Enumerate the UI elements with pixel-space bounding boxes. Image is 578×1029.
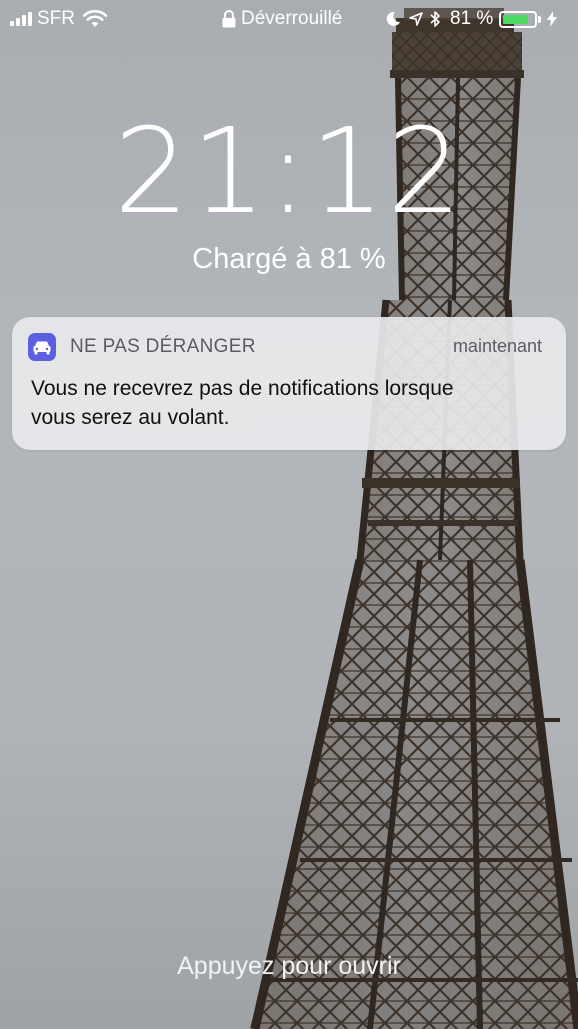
charge-status: Chargé à 81 % (192, 243, 386, 275)
lock-screen-clock: 21:12 (113, 102, 465, 240)
moon-icon (385, 11, 401, 27)
charging-icon (547, 11, 558, 27)
lock-icon (222, 10, 236, 28)
status-bar: SFR Déverrouillé 81 % (0, 0, 578, 38)
lock-status-text: Déverrouillé (241, 8, 343, 29)
notification-line-2: vous serez au volant. (31, 406, 230, 429)
location-icon (409, 12, 423, 26)
battery-icon (499, 10, 538, 28)
notification-card[interactable]: NE PAS DÉRANGER maintenant Vous ne recev… (12, 317, 566, 450)
signal-icon (10, 12, 32, 26)
unlock-hint[interactable]: Appuyez pour ouvrir (0, 950, 578, 982)
wifi-icon (83, 10, 107, 28)
lock-screen: SFR Déverrouillé 81 % 21:12 Chargé à 81 … (0, 0, 578, 1029)
notification-line-1: Vous ne recevrez pas de notifications lo… (31, 377, 454, 400)
carrier-name: SFR (37, 8, 75, 29)
car-icon (28, 333, 56, 361)
notification-body: Vous ne recevrez pas de notifications lo… (31, 374, 551, 432)
notification-time: maintenant (452, 336, 542, 356)
battery-cap (538, 15, 542, 23)
notification-app-name: NE PAS DÉRANGER (70, 336, 256, 357)
bluetooth-icon (430, 10, 441, 28)
battery-percent: 81 % (450, 8, 494, 29)
